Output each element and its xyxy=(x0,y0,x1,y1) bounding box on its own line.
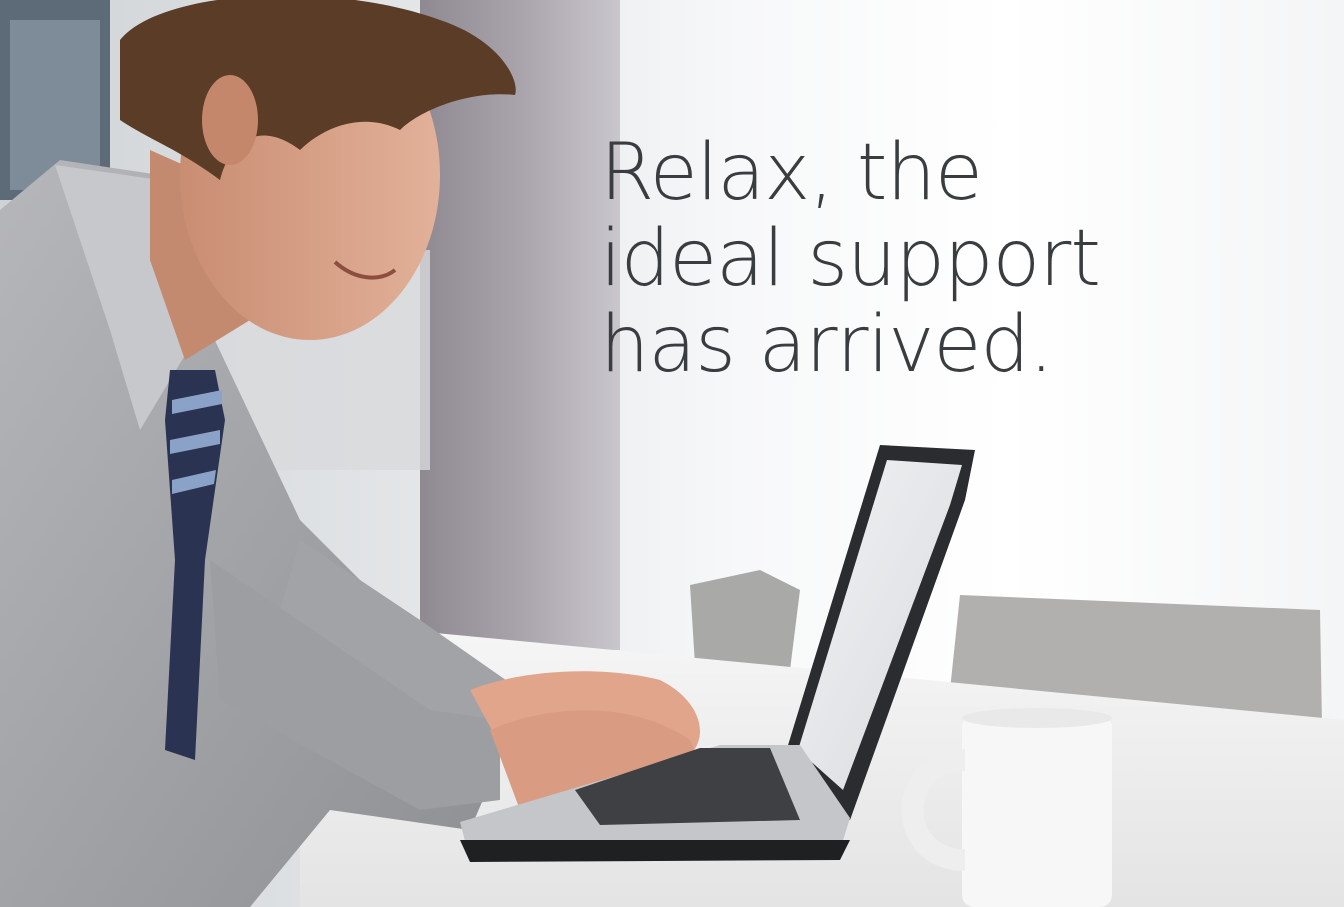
mug-body xyxy=(962,715,1112,907)
headline-line-3: has arrived. xyxy=(600,300,1054,390)
ear xyxy=(202,75,258,165)
mug-rim xyxy=(962,708,1112,728)
headline-line-1: Relax, the xyxy=(600,128,983,218)
hero-headline: Relax, the ideal support has arrived. xyxy=(600,128,1101,390)
hero-banner: Relax, the ideal support has arrived. xyxy=(0,0,1344,907)
chair-back-left xyxy=(690,570,800,670)
headline-line-2: ideal support xyxy=(600,214,1101,304)
laptop-bottom xyxy=(460,840,850,862)
